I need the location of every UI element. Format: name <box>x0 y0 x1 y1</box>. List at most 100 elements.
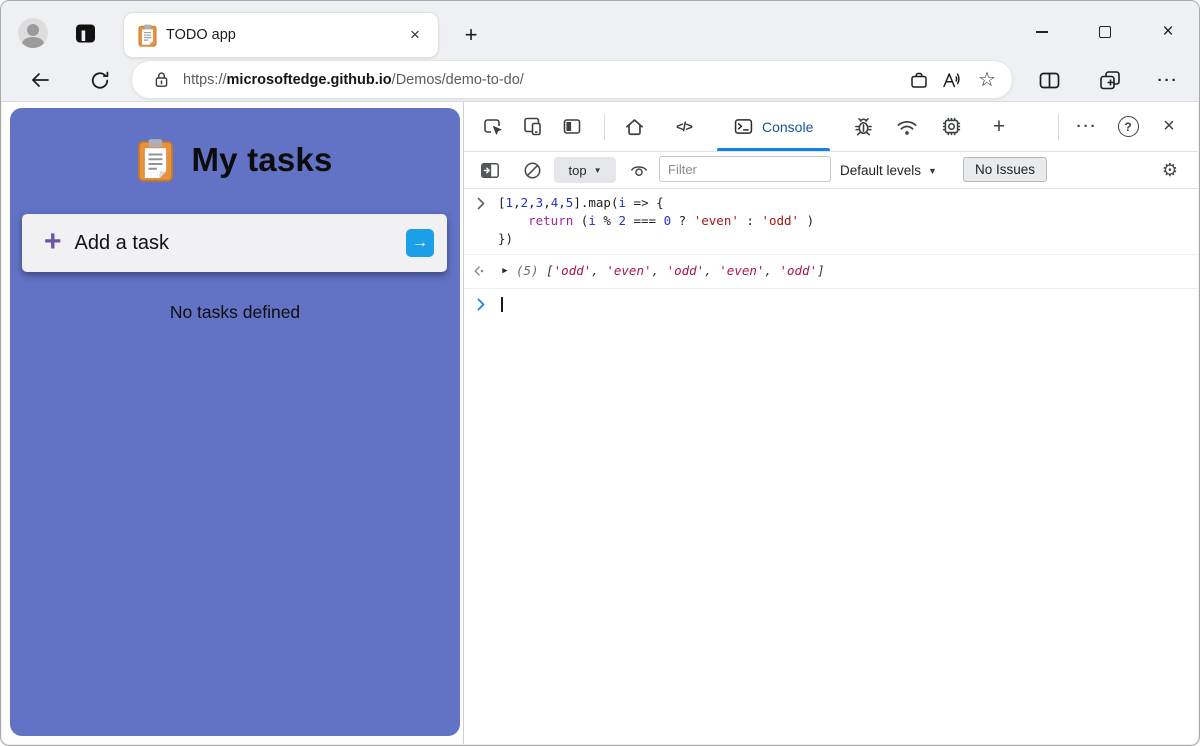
code-line: [1,2,3,4,5].map(i => { <box>498 194 814 212</box>
live-expression-button[interactable] <box>624 156 654 185</box>
memory-chip-icon <box>941 116 962 137</box>
address-bar[interactable]: https://microsoftedge.github.io/Demos/de… <box>131 60 1013 99</box>
console-settings-button[interactable]: ⚙ <box>1155 156 1185 185</box>
active-tab-underline <box>717 148 830 151</box>
chevron-down-icon: ▼ <box>594 166 602 175</box>
inspect-element-button[interactable] <box>474 102 510 151</box>
chevron-down-icon: ▼ <box>928 166 937 176</box>
inspect-icon <box>482 117 503 137</box>
console-filter-input[interactable] <box>659 156 831 182</box>
content-area: My tasks + Add a task → No tasks defined <box>2 102 1198 744</box>
url-protocol: https:// <box>183 72 227 88</box>
console-output[interactable]: [1,2,3,4,5].map(i => { return (i % 2 ===… <box>464 189 1198 744</box>
add-task-label[interactable]: Add a task <box>75 232 170 255</box>
console-toolbar: top ▼ Default levels ▼ No Issues ⚙ <box>464 152 1198 189</box>
code-brackets-icon: </> <box>676 119 692 134</box>
page-title: My tasks <box>191 141 332 179</box>
briefcase-icon <box>909 70 929 90</box>
device-emulation-icon <box>522 116 543 137</box>
device-emulation-button[interactable] <box>514 102 550 151</box>
window-close-button[interactable]: × <box>1145 15 1191 49</box>
url-path: /Demos/demo-to-do/ <box>392 72 524 88</box>
ellipsis-icon: ··· <box>1158 72 1179 89</box>
empty-state-text: No tasks defined <box>10 302 460 323</box>
profile-avatar-icon[interactable] <box>18 18 48 48</box>
page-viewport: My tasks + Add a task → No tasks defined <box>2 102 464 744</box>
add-task-submit-button[interactable]: → <box>406 229 434 257</box>
devtools-panel: </> Console + ··· ? × <box>464 102 1198 744</box>
browser-menu-button[interactable]: ··· <box>1151 63 1185 97</box>
result-return-icon <box>464 265 494 277</box>
window-maximize-button[interactable] <box>1082 15 1128 49</box>
devtools-close-button[interactable]: × <box>1151 102 1187 151</box>
tab-title: TODO app <box>166 27 404 43</box>
star-icon: ☆ <box>978 70 996 90</box>
window-minimize-button[interactable] <box>1019 15 1065 49</box>
workspaces-icon[interactable] <box>73 21 98 46</box>
context-selector[interactable]: top ▼ <box>554 157 616 183</box>
console-tab-label: Console <box>762 119 813 135</box>
plus-icon: + <box>44 227 62 257</box>
wifi-icon <box>896 117 918 137</box>
dock-side-button[interactable] <box>554 102 590 151</box>
split-screen-icon <box>1038 70 1061 91</box>
add-task-form[interactable]: + Add a task → <box>22 214 447 272</box>
clear-icon <box>523 161 542 180</box>
log-levels-label: Default levels <box>840 163 921 178</box>
read-aloud-button[interactable] <box>936 63 970 97</box>
devtools-help-button[interactable]: ? <box>1110 102 1146 151</box>
app-header: My tasks <box>10 108 460 182</box>
close-icon: × <box>1163 115 1175 138</box>
ellipsis-icon: ··· <box>1077 118 1098 135</box>
issues-counter-label: No Issues <box>975 162 1035 177</box>
console-icon <box>734 118 753 135</box>
tab-issues[interactable] <box>845 102 881 151</box>
code-line: }) <box>498 230 814 248</box>
command-chevron-icon <box>464 194 498 248</box>
devtools-menu-button[interactable]: ··· <box>1069 102 1105 151</box>
browser-tab[interactable]: TODO app × <box>123 12 439 58</box>
gear-icon: ⚙ <box>1162 160 1178 181</box>
site-permissions-button[interactable] <box>902 63 936 97</box>
sidebar-arrow-icon <box>480 162 500 179</box>
refresh-button[interactable] <box>83 63 117 97</box>
context-selector-value: top <box>569 163 587 178</box>
maximize-icon <box>1099 26 1111 38</box>
bug-icon <box>853 116 874 137</box>
console-command-entry: [1,2,3,4,5].map(i => { return (i % 2 ===… <box>464 189 1198 255</box>
split-screen-button[interactable] <box>1032 63 1066 97</box>
console-prompt[interactable] <box>464 289 1198 316</box>
collections-button[interactable] <box>1093 63 1127 97</box>
title-bar: TODO app × + × <box>1 1 1199 58</box>
tab-memory[interactable] <box>933 102 969 151</box>
plus-icon: + <box>993 115 1005 139</box>
back-button[interactable] <box>23 63 57 97</box>
browser-window: TODO app × + × https://microsoftedge.git… <box>0 0 1200 746</box>
lock-icon[interactable] <box>154 71 169 89</box>
tab-close-icon[interactable]: × <box>404 24 426 46</box>
read-aloud-icon <box>941 70 965 90</box>
tab-welcome[interactable] <box>616 102 652 151</box>
tab-elements[interactable]: </> <box>666 102 702 151</box>
devtools-tab-bar: </> Console + ··· ? × <box>464 102 1198 152</box>
prompt-chevron-icon <box>464 298 498 311</box>
new-tab-button[interactable]: + <box>457 21 485 49</box>
clear-console-button[interactable] <box>517 156 547 185</box>
console-sidebar-toggle[interactable] <box>475 156 505 185</box>
text-cursor <box>501 297 503 312</box>
favorites-button[interactable]: ☆ <box>970 63 1004 97</box>
tabbar-divider <box>604 114 605 140</box>
disclosure-triangle-icon[interactable]: ▶ <box>494 266 516 276</box>
arrow-right-icon: → <box>412 234 428 252</box>
more-tabs-button[interactable]: + <box>981 102 1017 151</box>
url-domain: microsoftedge.github.io <box>227 72 392 88</box>
tabbar-divider <box>1058 114 1059 140</box>
command-code: [1,2,3,4,5].map(i => { return (i % 2 ===… <box>498 194 814 248</box>
tab-network-conditions[interactable] <box>889 102 925 151</box>
issues-counter-button[interactable]: No Issues <box>963 157 1047 182</box>
log-levels-dropdown[interactable]: Default levels ▼ <box>840 152 937 189</box>
collections-icon <box>1098 69 1122 92</box>
tab-console[interactable]: Console <box>717 102 830 151</box>
result-value[interactable]: (5) ['odd', 'even', 'odd', 'even', 'odd'… <box>516 262 825 280</box>
back-arrow-icon <box>29 69 51 91</box>
